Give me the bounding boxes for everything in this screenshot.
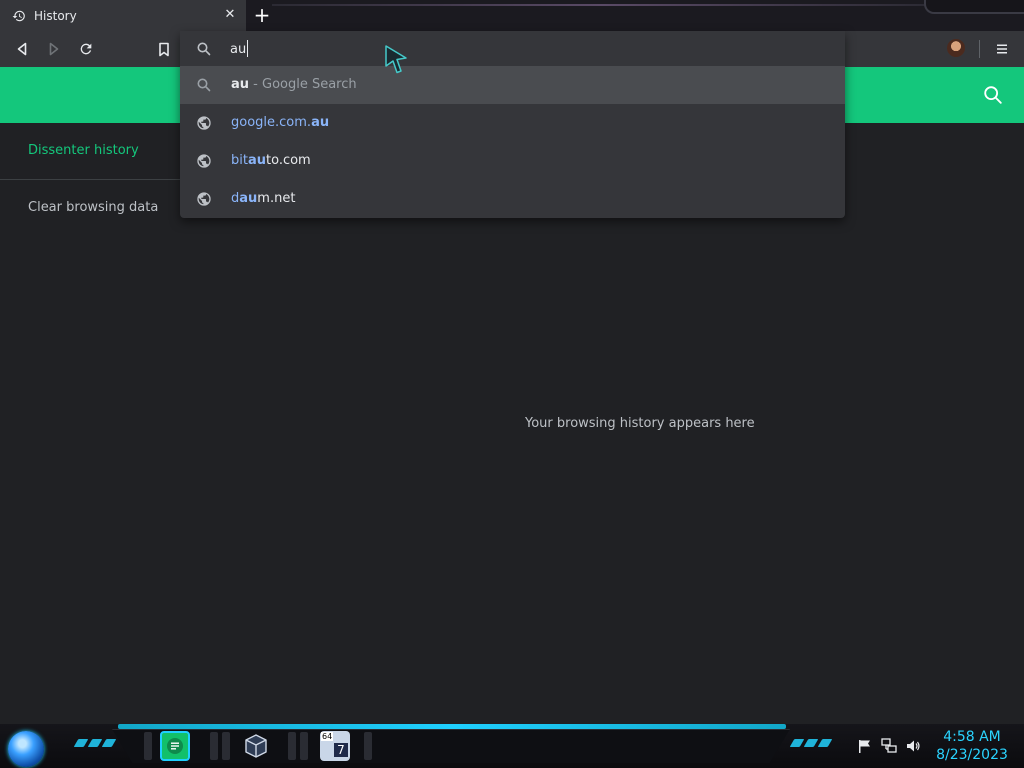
clock-date: 8/23/2023 <box>936 747 1008 763</box>
omnibox <box>180 31 845 66</box>
reload-icon <box>80 43 92 55</box>
mouse-cursor-icon <box>385 45 407 74</box>
taskbar-decoration-left <box>73 739 117 747</box>
suggestion-bitauto-com[interactable]: bitauto.com <box>180 142 845 180</box>
globe-icon <box>197 116 211 130</box>
sidebar-item-clear-browsing-data[interactable]: Clear browsing data <box>28 200 158 215</box>
close-tab-icon[interactable]: ✕ <box>222 7 238 23</box>
taskbar-slot <box>210 732 218 760</box>
notes-icon <box>167 738 183 754</box>
back-icon <box>17 42 27 56</box>
taskbar: 64 7 4:58 AM 8/23/2023 <box>0 724 1024 768</box>
tab-history[interactable]: History ✕ <box>0 0 246 31</box>
flag-icon[interactable] <box>857 738 873 754</box>
taskbar-slot <box>300 732 308 760</box>
taskbar-slot <box>288 732 296 760</box>
system-clock[interactable]: 4:58 AM 8/23/2023 <box>932 728 1012 764</box>
search-icon <box>197 42 211 56</box>
start-button[interactable] <box>8 731 44 767</box>
suggestion-text: au - Google Search <box>231 77 357 92</box>
history-icon <box>12 10 25 21</box>
suggestion-suffix: m.net <box>257 191 296 206</box>
sidebar-item-history[interactable]: Dissenter history <box>28 143 139 158</box>
suggestion-prefix: google.com. <box>231 115 312 130</box>
search-icon <box>984 86 1002 104</box>
address-input[interactable] <box>230 39 810 59</box>
taskbar-app-virtualbox[interactable] <box>241 731 271 761</box>
suggestion-text: daum.net <box>231 191 295 206</box>
suggestion-prefix: bit <box>231 153 248 168</box>
menu-icon <box>997 44 1007 54</box>
text-caret <box>247 40 248 57</box>
suggestion-match: au <box>247 153 266 168</box>
empty-history-message: Your browsing history appears here <box>525 416 755 431</box>
taskbar-decoration-right <box>789 739 833 747</box>
globe-icon <box>197 154 211 168</box>
forward-icon <box>49 42 59 56</box>
menu-button[interactable] <box>991 38 1013 60</box>
back-button[interactable] <box>11 38 33 60</box>
taskbar-app-notes[interactable] <box>160 731 190 761</box>
bookmark-icon <box>159 42 169 56</box>
cube-icon <box>245 734 267 758</box>
taskbar-slot <box>144 732 152 760</box>
history-search-button[interactable] <box>982 84 1004 106</box>
suggestion-text: google.com.au <box>231 115 329 130</box>
taskbar-slot <box>222 732 230 760</box>
omnibox-dropdown: au - Google Search google.com.au bitauto… <box>180 31 845 218</box>
suggestion-search-au[interactable]: au - Google Search <box>180 66 845 104</box>
profile-avatar[interactable] <box>947 39 965 57</box>
search-icon <box>197 78 211 92</box>
taskbar-app-7zip[interactable]: 64 7 <box>320 731 350 761</box>
suggestion-text: bitauto.com <box>231 153 311 168</box>
suggestion-query: au <box>231 77 250 92</box>
tab-title: History <box>34 8 77 23</box>
suggestion-suffix: to.com <box>266 153 311 168</box>
toolbar-separator <box>979 40 980 58</box>
taskbar-glow <box>118 724 786 729</box>
forward-button[interactable] <box>43 38 65 60</box>
taskbar-slot <box>364 732 372 760</box>
suggestion-daum-net[interactable]: daum.net <box>180 180 845 218</box>
badge-64: 64 <box>321 732 334 741</box>
suggestion-match: au <box>239 191 258 206</box>
suggestion-match: au <box>311 115 330 130</box>
clock-time: 4:58 AM <box>943 729 1001 745</box>
window-frame-decoration <box>924 0 1024 14</box>
suggestion-google-com-au[interactable]: google.com.au <box>180 104 845 142</box>
bookmark-button[interactable] <box>153 38 175 60</box>
sidebar-divider <box>0 179 180 180</box>
new-tab-button[interactable]: + <box>251 4 273 26</box>
tab-strip: History ✕ + <box>0 0 1024 31</box>
volume-icon[interactable] <box>905 738 921 754</box>
network-icon[interactable] <box>881 738 897 754</box>
globe-icon <box>197 192 211 206</box>
reload-button[interactable] <box>75 38 97 60</box>
tabstrip-decoration <box>272 4 932 6</box>
suggestion-suffix: - Google Search <box>253 77 357 92</box>
badge-7: 7 <box>334 743 348 757</box>
